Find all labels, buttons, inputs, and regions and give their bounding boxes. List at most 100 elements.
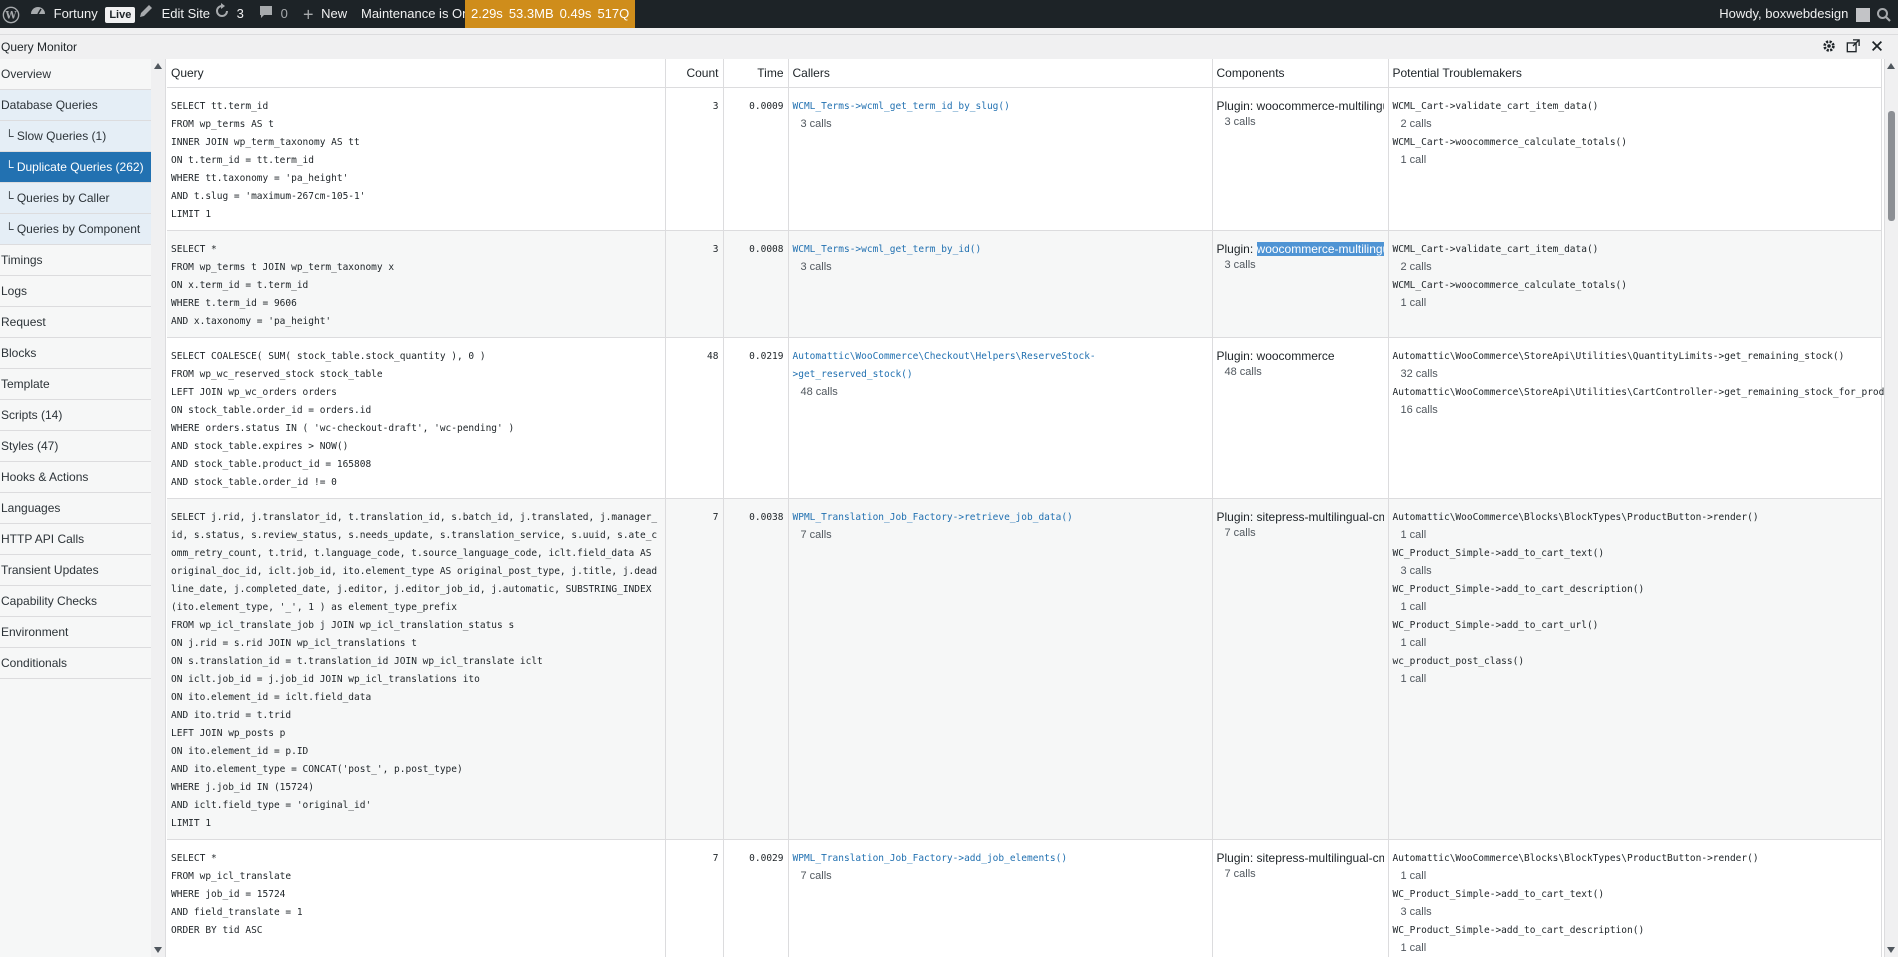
- caller-link[interactable]: WCML_Terms->wcml_get_term_id_by_slug(): [793, 98, 1208, 116]
- query-cell: SELECT tt.term_id FROM wp_terms AS t INNER…: [167, 87, 666, 231]
- nav-queries-by-component[interactable]: └ Queries by Component: [0, 214, 151, 245]
- query-cell: SELECT * FROM wp_icl_translate WHERE job_i…: [167, 839, 666, 957]
- troublemakers-cell: WCML_Cart->validate_cart_item_data() 2 ca…: [1388, 230, 1882, 338]
- query-cell: SELECT * FROM wp_terms t JOIN wp_term_tax…: [167, 230, 666, 338]
- sql-line: LIMIT 1: [171, 818, 212, 829]
- comments-link[interactable]: 0: [259, 0, 288, 28]
- caller-link[interactable]: WPML_Translation_Job_Factory->add_job_el…: [793, 850, 1208, 868]
- header-components[interactable]: Components: [1212, 59, 1389, 88]
- component-call-count: 3 calls: [1224, 259, 1256, 271]
- caller-call-count: 7 calls: [800, 870, 832, 882]
- sql-line: SELECT COALESCE( SUM( stock_table.stock_…: [171, 351, 486, 362]
- avatar: [1856, 7, 1870, 22]
- sql-line: ON ito.element_id = iclt.field_data: [171, 692, 372, 703]
- component-prefix: Plugin:: [1216, 242, 1257, 256]
- maintenance-status[interactable]: Maintenance is On: [361, 0, 469, 28]
- sql-line: LEFT JOIN wp_posts p: [171, 728, 286, 739]
- updates-link[interactable]: 3: [214, 0, 244, 28]
- component-prefix: Plugin:: [1216, 99, 1257, 113]
- nav-environment[interactable]: Environment: [0, 617, 151, 648]
- wordpress-logo-icon[interactable]: W: [2, 0, 20, 28]
- header-troublemakers[interactable]: Potential Troublemakers: [1388, 59, 1882, 88]
- troublemaker-function: WC_Product_Simple->add_to_cart_url(): [1392, 620, 1599, 631]
- troublemaker-call-count: 1 call: [1400, 529, 1427, 541]
- sql-line: WHERE t.term_id = 9606: [171, 298, 297, 309]
- troublemaker-call-count: 1 call: [1400, 601, 1427, 613]
- nav-languages[interactable]: Languages: [0, 493, 151, 524]
- scroll-down-arrow-icon[interactable]: [154, 947, 162, 953]
- popout-icon[interactable]: [1846, 39, 1862, 55]
- component-call-count: 7 calls: [1224, 868, 1256, 880]
- nav-database-queries[interactable]: Database Queries: [0, 90, 151, 121]
- component-label: Plugin: woocommerce: [1217, 348, 1384, 364]
- sql-line: ORDER BY tid ASC: [171, 925, 263, 936]
- vertical-scrollbar[interactable]: [1884, 59, 1898, 957]
- caller-cell: WPML_Translation_Job_Factory->add_job_el…: [788, 839, 1213, 957]
- header-count[interactable]: Count: [665, 59, 724, 88]
- nav-logs[interactable]: Logs: [0, 276, 151, 307]
- nav-styles[interactable]: Styles (47): [0, 431, 151, 462]
- query-monitor-stats[interactable]: 2.29s 53.3MB 0.49s 517Q: [465, 0, 636, 28]
- sql-line: ON iclt.job_id = j.job_id JOIN wp_icl_tr…: [171, 674, 480, 685]
- live-badge: Live: [105, 6, 136, 23]
- sql-line: WHERE orders.status IN ( 'wc-checkout-dr…: [171, 423, 515, 434]
- search-icon[interactable]: [1876, 0, 1892, 28]
- site-name-menu[interactable]: Fortuny Live: [30, 0, 136, 28]
- vscroll-down-arrow-icon[interactable]: [1887, 947, 1895, 953]
- qm-memory: 53.3MB: [508, 6, 554, 21]
- troublemaker-function: WCML_Cart->validate_cart_item_data(): [1392, 101, 1599, 112]
- scroll-up-arrow-icon[interactable]: [154, 63, 162, 69]
- duplicate-queries-panel: Query Count Time Callers Components Pote…: [151, 59, 1898, 957]
- vertical-scrollbar-thumb[interactable]: [1888, 111, 1895, 221]
- nav-transient-updates[interactable]: Transient Updates: [0, 555, 151, 586]
- time-cell: 0.0038: [723, 498, 789, 840]
- component-name: woocommerce-multilingual: [1256, 242, 1384, 256]
- component-prefix: Plugin:: [1216, 851, 1257, 865]
- table-row: SELECT tt.term_id FROM wp_terms AS t INNER…: [167, 87, 1882, 231]
- header-query[interactable]: Query: [167, 59, 666, 88]
- sql-line: AND stock_table.expires > NOW(): [171, 441, 349, 452]
- qm-db-time: 0.49s: [559, 6, 592, 21]
- sql-line: ON stock_table.order_id = orders.id: [171, 405, 372, 416]
- nav-request[interactable]: Request: [0, 307, 151, 338]
- sql-line: AND field_translate = 1: [171, 907, 303, 918]
- sql-line: ON s.translation_id = t.translation_id J…: [171, 656, 543, 667]
- troublemaker-function: Automattic\WooCommerce\Blocks\BlockTypes…: [1392, 512, 1759, 523]
- count-cell: 7: [665, 839, 724, 957]
- sql-line: AND ito.element_type = CONCAT('post_', p…: [171, 764, 463, 775]
- table-row: SELECT * FROM wp_terms t JOIN wp_term_tax…: [167, 230, 1882, 338]
- caller-link[interactable]: Automattic\WooCommerce\Checkout\Helpers\…: [793, 348, 1208, 384]
- sql-line: ON j.rid = s.rid JOIN wp_icl_translation…: [171, 638, 417, 649]
- qm-title: Query Monitor: [1, 40, 78, 54]
- gear-icon[interactable]: [1822, 39, 1838, 55]
- caller-call-count: 48 calls: [800, 386, 838, 398]
- close-icon[interactable]: [1870, 39, 1886, 55]
- nav-blocks[interactable]: Blocks: [0, 338, 151, 369]
- nav-overview[interactable]: Overview: [0, 59, 151, 90]
- vscroll-up-arrow-icon[interactable]: [1887, 63, 1895, 69]
- troublemaker-call-count: 1 call: [1400, 673, 1427, 685]
- caller-link[interactable]: WPML_Translation_Job_Factory->retrieve_j…: [793, 509, 1208, 527]
- nav-scripts[interactable]: Scripts (14): [0, 400, 151, 431]
- component-cell: Plugin: sitepress-multilingual-cms 7 call…: [1212, 498, 1389, 840]
- caller-cell: Automattic\WooCommerce\Checkout\Helpers\…: [788, 337, 1213, 499]
- nav-queries-by-caller[interactable]: └ Queries by Caller: [0, 183, 151, 214]
- nav-slow-queries[interactable]: └ Slow Queries (1): [0, 121, 151, 152]
- admin-bar: W Fortuny Live Edit Site 3 0 + New Maint…: [0, 0, 1898, 28]
- sql-text: SELECT tt.term_id FROM wp_terms AS t INNER…: [171, 98, 661, 224]
- nav-hooks-actions[interactable]: Hooks & Actions: [0, 462, 151, 493]
- troublemaker-call-count: 3 calls: [1400, 565, 1432, 577]
- header-callers[interactable]: Callers: [788, 59, 1213, 88]
- account-menu[interactable]: Howdy, boxwebdesign: [1719, 0, 1870, 28]
- new-content-menu[interactable]: + New: [303, 0, 347, 28]
- nav-capability-checks[interactable]: Capability Checks: [0, 586, 151, 617]
- edit-site-link[interactable]: Edit Site: [138, 0, 210, 28]
- nav-conditionals[interactable]: Conditionals: [0, 648, 151, 679]
- caller-link[interactable]: WCML_Terms->wcml_get_term_by_id(): [793, 241, 1208, 259]
- nav-timings[interactable]: Timings: [0, 245, 151, 276]
- nav-http-api-calls[interactable]: HTTP API Calls: [0, 524, 151, 555]
- nav-template[interactable]: Template: [0, 369, 151, 400]
- header-time[interactable]: Time: [723, 59, 789, 88]
- table-scrollbar-left[interactable]: [151, 59, 166, 957]
- nav-duplicate-queries[interactable]: └ Duplicate Queries (262): [0, 152, 151, 183]
